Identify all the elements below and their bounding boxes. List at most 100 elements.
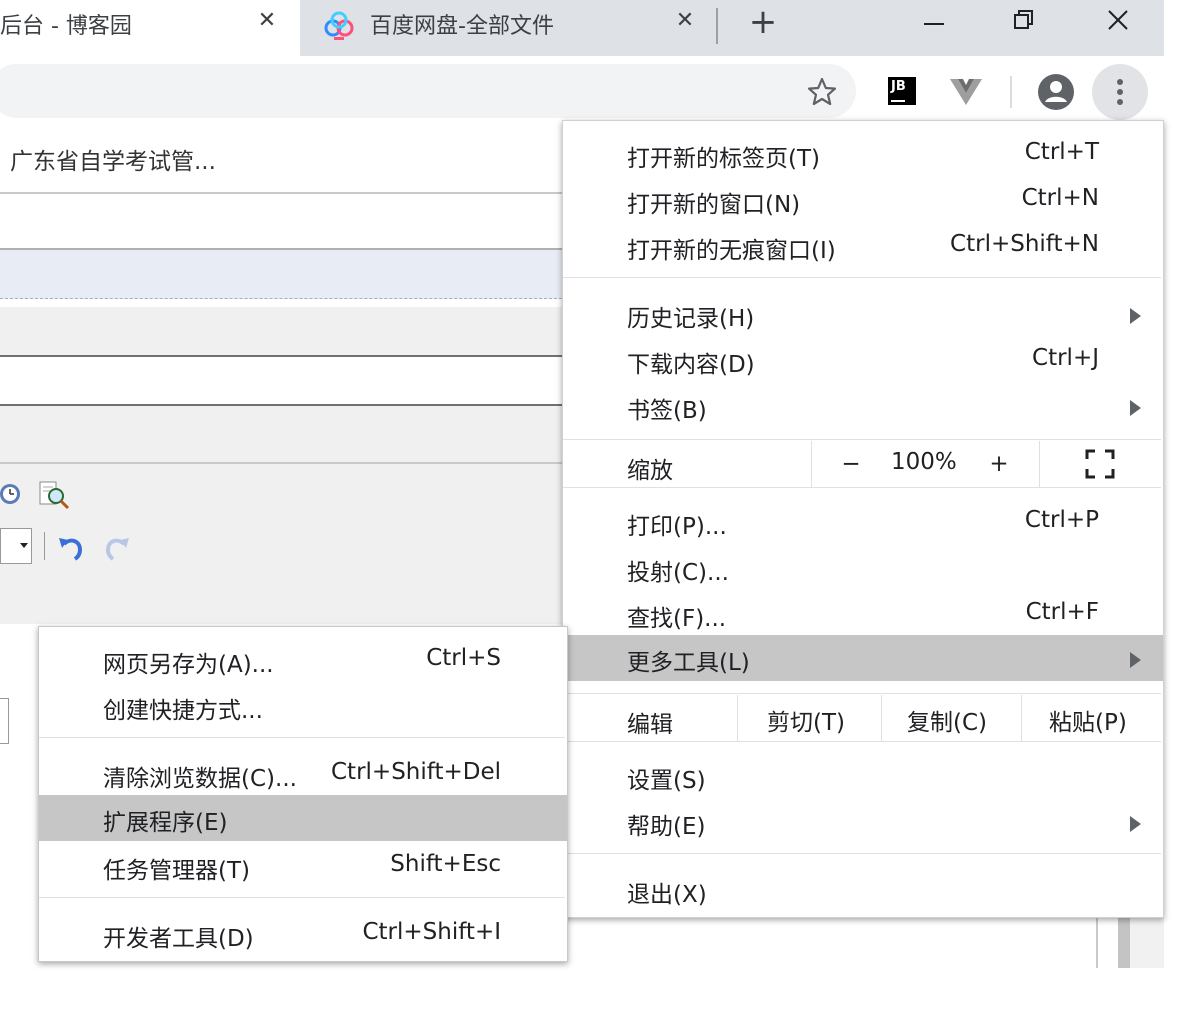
divider: [1096, 918, 1098, 968]
tab-separator: [716, 8, 718, 44]
menu-separator: [563, 487, 1161, 488]
menu-item-bookmarks[interactable]: 书签(B): [563, 383, 1163, 429]
menu-item-label: 帮助(E): [627, 814, 706, 840]
text-field[interactable]: [0, 698, 9, 744]
menu-item-shortcut: Ctrl+S: [426, 645, 501, 671]
zoom-divider: [811, 441, 812, 487]
undo-icon[interactable]: [56, 532, 86, 562]
dropdown-arrow-icon[interactable]: [16, 528, 32, 562]
submenu-arrow-icon: [1130, 400, 1141, 416]
fullscreen-button[interactable]: [1085, 449, 1115, 479]
tab-close-button[interactable]: ✕: [252, 6, 282, 36]
profile-icon: [1038, 74, 1074, 110]
menu-item-label: 书签(B): [627, 398, 707, 424]
menu-separator: [563, 853, 1161, 854]
menu-item-label: 开发者工具(D): [103, 926, 254, 952]
fullscreen-icon: [1085, 449, 1115, 479]
selected-row: [0, 248, 562, 299]
menu-item-new-incognito-window[interactable]: 打开新的无痕窗口(I) Ctrl+Shift+N: [563, 223, 1163, 269]
submenu-arrow-icon: [1130, 652, 1141, 668]
zoom-divider: [1039, 441, 1040, 487]
menu-item-label: 查找(F)...: [627, 606, 727, 632]
menu-item-settings[interactable]: 设置(S): [563, 753, 1163, 799]
menu-item-history[interactable]: 历史记录(H): [563, 291, 1163, 337]
more-tools-submenu: 网页另存为(A)... Ctrl+S 创建快捷方式... 清除浏览数据(C)..…: [38, 626, 568, 962]
menu-item-label: 清除浏览数据(C)...: [103, 766, 297, 792]
menu-item-label: 任务管理器(T): [103, 858, 250, 884]
menu-item-help[interactable]: 帮助(E): [563, 799, 1163, 845]
menu-item-downloads[interactable]: 下载内容(D) Ctrl+J: [563, 337, 1163, 383]
close-icon: [1108, 10, 1128, 30]
menu-item-exit[interactable]: 退出(X): [563, 867, 1163, 913]
jetbrains-extension-icon[interactable]: JB: [888, 77, 916, 105]
jetbrains-label: JB: [891, 79, 906, 94]
tab-baidu-pan[interactable]: 百度网盘-全部文件 ✕: [300, 0, 710, 56]
submenu-item-save-page-as[interactable]: 网页另存为(A)... Ctrl+S: [39, 637, 567, 683]
submenu-item-developer-tools[interactable]: 开发者工具(D) Ctrl+Shift+I: [39, 911, 567, 957]
scrollbar-track[interactable]: [1130, 918, 1164, 968]
menu-item-label: 打开新的标签页(T): [627, 146, 820, 172]
menu-item-new-window[interactable]: 打开新的窗口(N) Ctrl+N: [563, 177, 1163, 223]
submenu-item-clear-browsing-data[interactable]: 清除浏览数据(C)... Ctrl+Shift+Del: [39, 751, 567, 797]
menu-item-label: 创建快捷方式...: [103, 698, 263, 724]
new-tab-button[interactable]: +: [748, 2, 778, 42]
cut-button[interactable]: 剪切(T): [767, 703, 845, 737]
history-icon[interactable]: [0, 480, 22, 508]
menu-item-cast[interactable]: 投射(C)...: [563, 545, 1163, 591]
menu-item-find[interactable]: 查找(F)... Ctrl+F: [563, 591, 1163, 637]
submenu-item-create-shortcut[interactable]: 创建快捷方式...: [39, 683, 567, 729]
menu-item-label: 打开新的窗口(N): [627, 192, 801, 218]
submenu-item-extensions[interactable]: 扩展程序(E): [39, 795, 567, 841]
menu-zoom-row: 缩放 − 100% +: [563, 441, 1163, 487]
menu-item-new-tab[interactable]: 打开新的标签页(T) Ctrl+T: [563, 131, 1163, 177]
menu-item-shortcut: Ctrl+Shift+Del: [331, 759, 501, 785]
zoom-level: 100%: [891, 449, 957, 475]
menu-separator: [563, 741, 1161, 742]
vue-devtools-icon: [950, 79, 982, 105]
scrollbar-thumb[interactable]: [1118, 918, 1130, 968]
menu-item-more-tools[interactable]: 更多工具(L): [563, 635, 1163, 681]
chrome-menu-button[interactable]: [1092, 64, 1148, 120]
zoom-label: 缩放: [627, 458, 673, 484]
page-link-text[interactable]: 广东省自学考试管...: [10, 142, 216, 176]
minimize-button[interactable]: [904, 0, 964, 40]
menu-item-shortcut: Ctrl+P: [1024, 507, 1099, 533]
menu-item-label: 扩展程序(E): [103, 810, 228, 836]
menu-item-shortcut: Ctrl+Shift+N: [950, 231, 1099, 257]
menu-item-shortcut: Ctrl+Shift+I: [362, 919, 501, 945]
zoom-in-button[interactable]: +: [989, 451, 1009, 477]
restore-icon: [1014, 10, 1033, 29]
find-replace-icon[interactable]: [38, 478, 70, 510]
tab-cnblogs[interactable]: 后台 - 博客园 ✕: [0, 0, 300, 56]
menu-separator: [563, 277, 1161, 278]
tab-title: 百度网盘-全部文件: [370, 14, 554, 39]
tab-title: 后台 - 博客园: [0, 14, 132, 39]
paste-button[interactable]: 粘贴(P): [1049, 703, 1127, 737]
menu-item-label: 打开新的无痕窗口(I): [627, 238, 836, 264]
menu-item-print[interactable]: 打印(P)... Ctrl+P: [563, 499, 1163, 545]
copy-button[interactable]: 复制(C): [907, 703, 987, 737]
restore-button[interactable]: [994, 0, 1054, 40]
toolbar-separator: [1010, 76, 1012, 108]
menu-separator: [39, 897, 565, 898]
edit-label: 编辑: [627, 712, 673, 738]
vue-devtools-extension-icon[interactable]: [946, 74, 986, 110]
address-bar[interactable]: [0, 64, 856, 118]
menu-separator: [563, 693, 1161, 694]
close-window-button[interactable]: [1088, 0, 1148, 40]
edit-divider: [737, 695, 738, 741]
bookmark-star-button[interactable]: [804, 74, 840, 110]
more-vert-icon: [1117, 79, 1123, 105]
tab-close-button[interactable]: ✕: [670, 6, 700, 36]
profile-button[interactable]: [1036, 72, 1076, 112]
menu-item-shortcut: Ctrl+J: [1032, 345, 1099, 371]
star-icon: [807, 77, 837, 106]
jetbrains-underline: [891, 100, 905, 102]
minimize-icon: [924, 23, 944, 25]
redo-icon[interactable]: [102, 532, 132, 562]
menu-item-shortcut: Shift+Esc: [390, 851, 501, 877]
baidu-pan-icon: [322, 10, 356, 44]
menu-separator: [39, 737, 565, 738]
zoom-out-button[interactable]: −: [841, 451, 861, 477]
submenu-item-task-manager[interactable]: 任务管理器(T) Shift+Esc: [39, 843, 567, 889]
